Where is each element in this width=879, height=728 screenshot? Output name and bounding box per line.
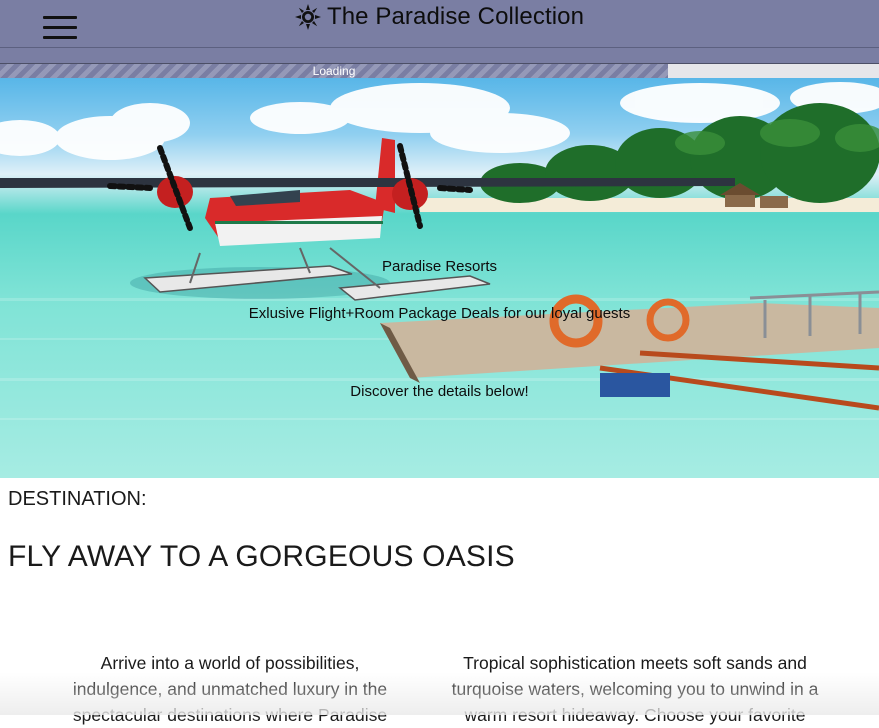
seaplane-at-tropical-dock-photo [0,82,879,420]
top-header: The Paradise Collection [0,0,879,48]
intro-column-right: Tropical sophistication meets soft sands… [445,650,825,728]
section-label: DESTINATION: [8,488,147,510]
paragraph-line: Arrive into a world of possibilities, [100,653,360,673]
site-title[interactable]: The Paradise Collection [327,3,584,31]
loading-progress-bar: Loading [0,64,879,78]
sun-icon [294,4,321,30]
hero-title: Paradise Resorts [381,258,498,275]
paragraph-line: indulgence, and unmatched luxury in the [72,679,388,699]
hero-banner: Paradise Resorts Exlusive Flight+Room Pa… [0,78,879,478]
section-heading: FLY AWAY TO A GORGEOUS OASIS [8,540,515,573]
paragraph-line: Tropical sophistication meets soft sands… [463,653,807,673]
hero-cta: Discover the details below! [350,383,529,400]
header-divider-strip [0,48,879,64]
intro-column-left: Arrive into a world of possibilities, in… [40,650,420,728]
brand: The Paradise Collection [0,0,879,34]
hero-subtitle: Exlusive Flight+Room Package Deals for o… [248,305,631,322]
paragraph-line: spectacular destinations where Paradise [72,705,388,725]
menu-bar [43,36,77,39]
paragraph-line: warm resort hideaway. Choose your favori… [464,705,806,725]
paragraph-line: turquoise waters, welcoming you to unwin… [451,679,819,699]
progress-label: Loading [312,64,356,78]
